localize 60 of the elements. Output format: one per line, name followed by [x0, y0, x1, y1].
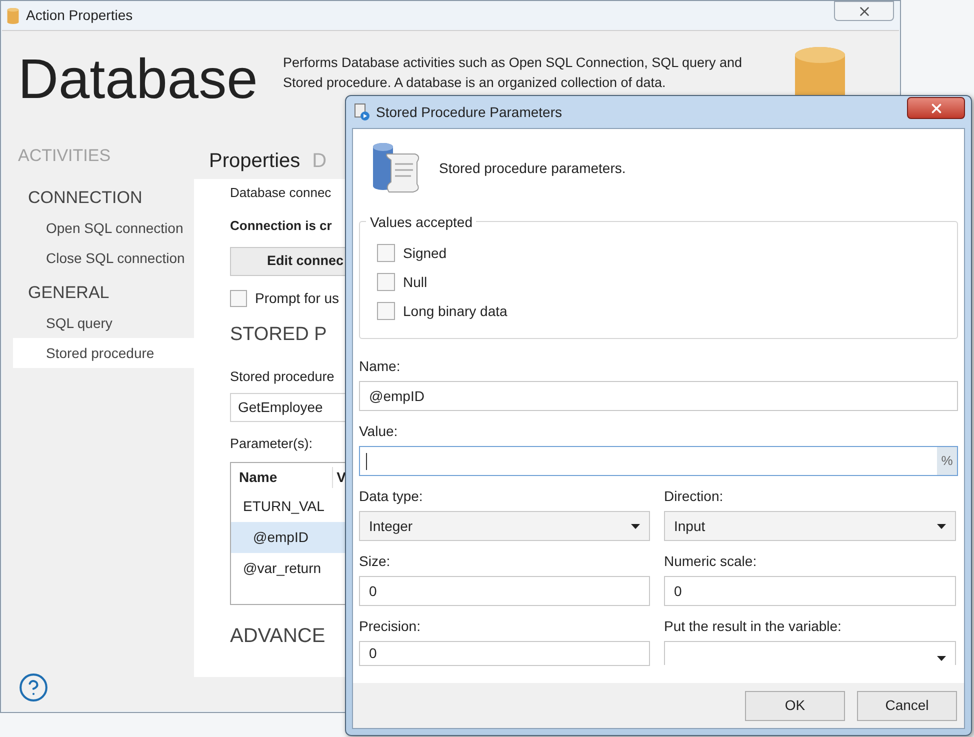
- close-button[interactable]: [907, 97, 965, 119]
- section-title: ADVANCE: [230, 624, 326, 649]
- sidebar-group: CONNECTION: [2, 183, 194, 213]
- sidebar-title: ACTIVITIES: [17, 145, 112, 167]
- field-label: Numeric scale:: [664, 552, 758, 571]
- field-label: Size:: [359, 552, 392, 571]
- dialog-button[interactable]: Cancel: [857, 690, 957, 720]
- input-field[interactable]: 0: [664, 576, 956, 606]
- document-icon: [354, 103, 370, 121]
- dialog-title: Stored Procedure Parameters: [376, 102, 562, 122]
- sidebar-item[interactable]: Open SQL connection: [13, 213, 194, 243]
- procedure-label: Stored procedure: [230, 368, 336, 386]
- section-title: STORED P: [230, 323, 328, 347]
- checkbox-label: Prompt for us: [255, 289, 340, 308]
- dialog-button[interactable]: OK: [745, 690, 845, 720]
- checkbox[interactable]: [230, 290, 247, 307]
- caret-icon: [937, 524, 946, 528]
- field-label: Put the result in the variable:: [664, 617, 842, 636]
- help-icon[interactable]: [18, 672, 49, 703]
- table-row[interactable]: @var_return: [231, 553, 346, 584]
- field-label: Name:: [359, 357, 402, 376]
- connection-status: Connection is cr: [230, 216, 333, 234]
- dropdown[interactable]: [664, 641, 956, 665]
- connection-label: Database connec: [230, 184, 332, 202]
- caret-icon: [631, 524, 640, 528]
- window-title: Action Properties: [26, 6, 133, 25]
- sidebar-item[interactable]: SQL query: [13, 308, 194, 338]
- sidebar-item[interactable]: Stored procedure: [13, 338, 194, 368]
- checkbox[interactable]: [377, 244, 395, 262]
- field-label: Data type:: [359, 487, 424, 506]
- input-field[interactable]: @empID: [359, 381, 958, 411]
- edit-connection-button[interactable]: Edit connec: [230, 247, 346, 276]
- table-row[interactable]: @empID: [231, 522, 346, 553]
- dropdown[interactable]: Input: [664, 511, 956, 541]
- parameters-label: Parameter(s):: [230, 434, 314, 453]
- checkbox[interactable]: [377, 273, 395, 291]
- dropdown[interactable]: Integer: [359, 511, 650, 541]
- input-field[interactable]: %: [359, 446, 958, 476]
- sidebar-group: GENERAL: [2, 278, 194, 308]
- page-heading: Database: [17, 46, 259, 107]
- input-field[interactable]: 0: [359, 576, 650, 606]
- sidebar-item[interactable]: Close SQL connection: [13, 243, 194, 273]
- column-header[interactable]: V: [332, 466, 346, 488]
- checkbox[interactable]: [377, 302, 395, 320]
- field-label: Precision:: [359, 617, 422, 636]
- tab[interactable]: Properties: [209, 146, 300, 176]
- database-icon: [7, 8, 19, 24]
- text-cursor: [366, 452, 367, 470]
- checkbox-label: Signed: [403, 244, 447, 263]
- caret-icon: [937, 656, 946, 661]
- table-row[interactable]: ETURN_VAL: [231, 491, 346, 522]
- field-label: Value:: [359, 422, 399, 441]
- field-label: Direction:: [664, 487, 724, 506]
- dialog-header-text: Stored procedure parameters.: [439, 158, 626, 178]
- description: Performs Database activities such as Open SQL Connection, SQL query and Stored procedure. A database is an organized collection of data.: [283, 54, 743, 92]
- checkbox-label: Null: [403, 272, 428, 292]
- column-header[interactable]: Name: [231, 466, 333, 488]
- checkbox-label: Long binary data: [403, 302, 508, 321]
- input-field[interactable]: 0: [359, 641, 650, 666]
- field-suffix: %: [937, 447, 957, 475]
